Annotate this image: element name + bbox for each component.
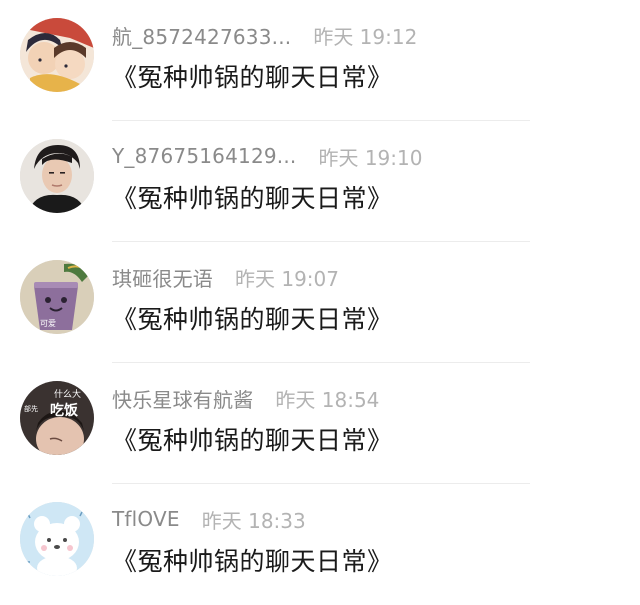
comment-text: 《冤种帅锅的聊天日常》 [112,547,393,576]
meme-boy-avatar-icon: 什么大 部先 吃饭 [20,381,94,455]
username[interactable]: Y_87675164129... [112,144,296,168]
avatar-caption: 可爱 [40,319,56,328]
avatar-caption-left: 部先 [24,404,38,413]
username[interactable]: TflOVE [112,507,180,531]
anime-couple-avatar-icon [20,18,94,92]
avatar-caption-main: 吃饭 [50,402,79,419]
avatar[interactable]: 可爱 [20,260,94,334]
man-portrait-avatar-icon [20,139,94,213]
username[interactable]: 航_8572427633... [112,21,291,50]
comment-item[interactable]: TflOVE 昨天 18:33 《冤种帅锅的聊天日常》 [0,484,640,605]
avatar[interactable] [20,139,94,213]
comment-text: 《冤种帅锅的聊天日常》 [112,305,393,334]
comment-meta: 快乐星球有航酱 昨天 18:54 [112,383,379,413]
comment-text: 《冤种帅锅的聊天日常》 [112,426,393,455]
comment-meta: 航_8572427633... 昨天 19:12 [112,20,417,50]
comment-meta: Y_87675164129... 昨天 19:10 [112,141,422,171]
username[interactable]: 琪砸很无语 [112,263,213,292]
white-bear-avatar-icon [20,502,94,576]
username[interactable]: 快乐星球有航酱 [112,384,253,413]
comment-time: 昨天 19:12 [313,24,418,49]
comment-item[interactable]: 可爱 琪砸很无语 昨天 19:07 《冤种帅锅的聊天日常》 [0,242,640,363]
comment-item[interactable]: 航_8572427633... 昨天 19:12 《冤种帅锅的聊天日常》 [0,0,640,121]
comment-text: 《冤种帅锅的聊天日常》 [112,63,393,92]
comment-time: 昨天 18:33 [201,508,306,533]
avatar[interactable] [20,18,94,92]
comment-item[interactable]: Y_87675164129... 昨天 19:10 《冤种帅锅的聊天日常》 [0,121,640,242]
purple-cup-avatar-icon: 可爱 [20,260,94,334]
comment-meta: TflOVE 昨天 18:33 [112,504,306,534]
comment-time: 昨天 18:54 [275,387,380,412]
comment-list: 航_8572427633... 昨天 19:12 《冤种帅锅的聊天日常》 Y_8… [0,0,640,604]
avatar[interactable] [20,502,94,576]
comment-text: 《冤种帅锅的聊天日常》 [112,184,393,213]
avatar[interactable]: 什么大 部先 吃饭 [20,381,94,455]
comment-time: 昨天 19:07 [235,266,339,291]
avatar-caption-top: 什么大 [54,388,81,400]
comment-time: 昨天 19:10 [318,145,423,170]
comment-item[interactable]: 什么大 部先 吃饭 快乐星球有航酱 昨天 18:54 《冤种帅锅的聊天日常》 [0,363,640,484]
comment-meta: 琪砸很无语 昨天 19:07 [112,262,339,292]
